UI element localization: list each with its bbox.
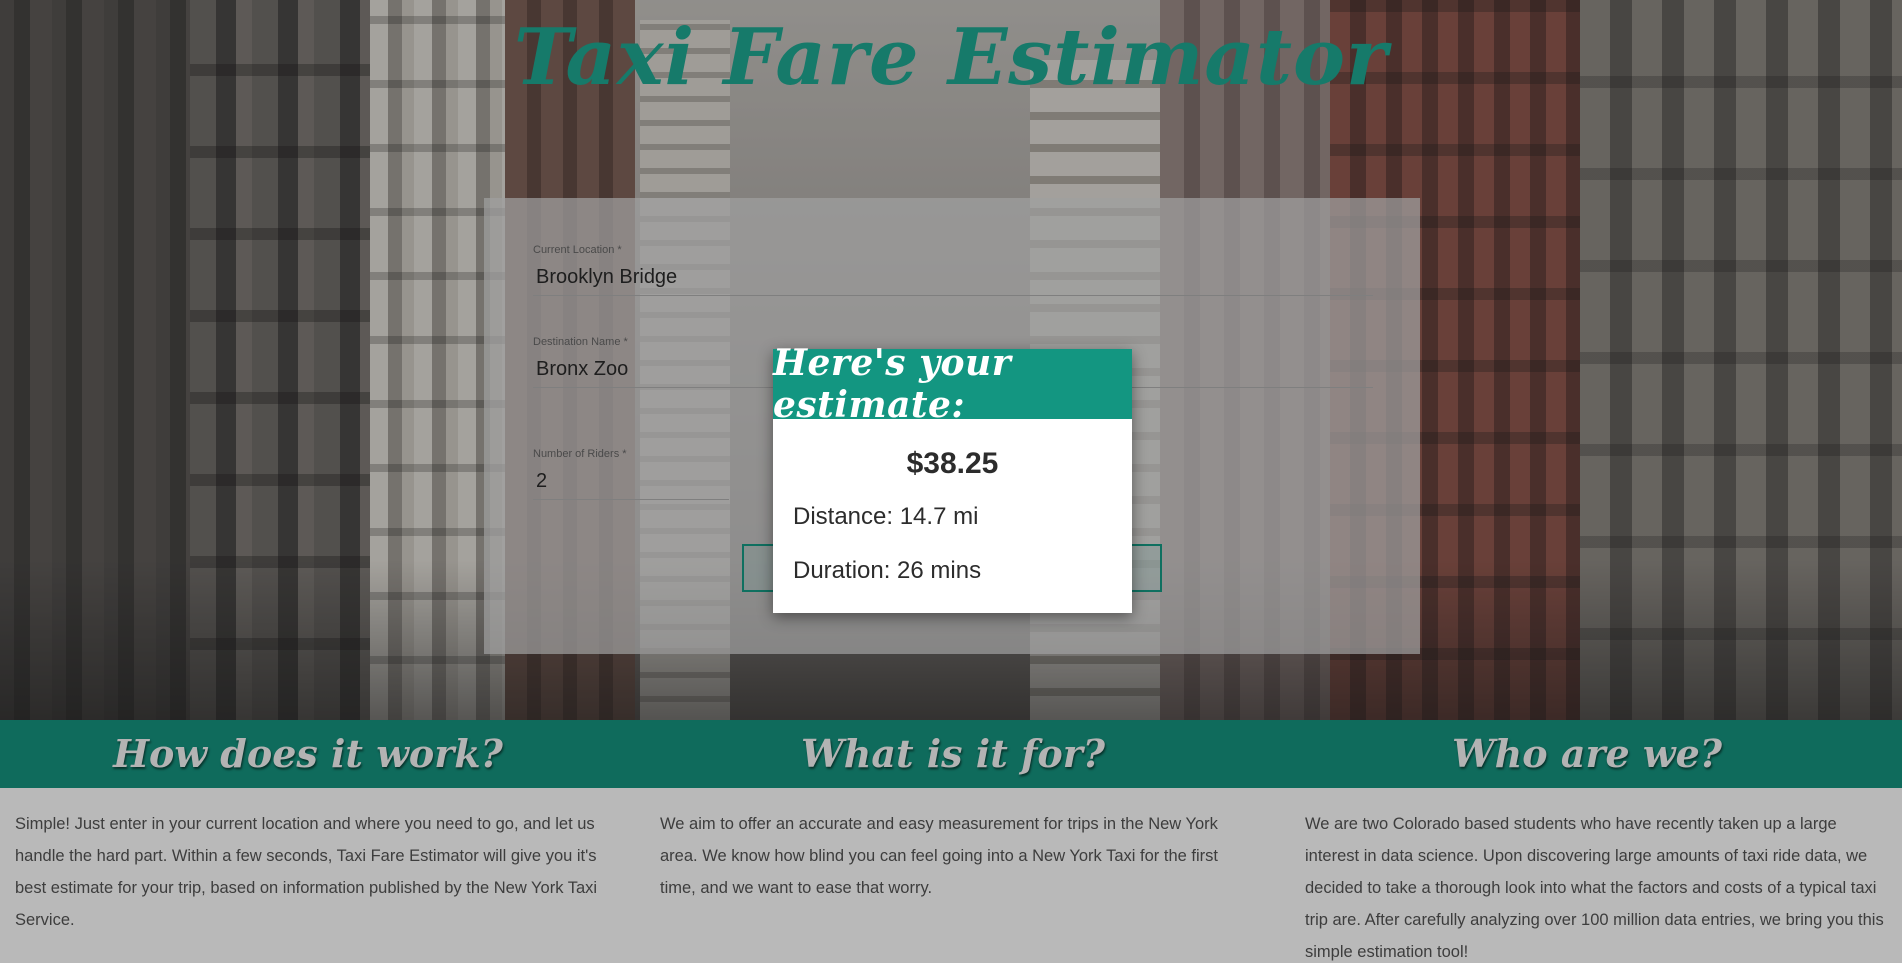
riders-field: Number of Riders * — [533, 448, 729, 500]
current-location-label: Current Location * — [533, 244, 622, 256]
info-heading-band: How does it work? What is it for? Who ar… — [0, 720, 1902, 788]
estimate-dialog-heading: Here's your estimate: — [773, 342, 1132, 426]
page-title: Taxi Fare Estimator — [513, 12, 1389, 103]
estimate-distance: Distance: 14.7 mi — [793, 503, 979, 530]
section-heading-what: What is it for? — [801, 731, 1105, 776]
section-heading-how: How does it work? — [113, 731, 503, 776]
estimate-duration: Duration: 26 mins — [793, 557, 982, 584]
current-location-input[interactable] — [533, 262, 1373, 296]
riders-label: Number of Riders * — [533, 448, 627, 460]
info-section: Simple! Just enter in your current locat… — [0, 788, 1902, 963]
section-text-who: We are two Colorado based students who h… — [1305, 815, 1884, 961]
estimate-price: $38.25 — [906, 447, 999, 480]
section-text-how: Simple! Just enter in your current locat… — [15, 815, 598, 929]
riders-input[interactable] — [533, 466, 729, 500]
section-text-what: We aim to offer an accurate and easy mea… — [660, 815, 1218, 897]
section-heading-who: Who are we? — [1451, 731, 1723, 776]
current-location-field: Current Location * — [533, 244, 1373, 296]
estimate-dialog: Here's your estimate: $38.25 Distance: 1… — [773, 342, 1132, 613]
